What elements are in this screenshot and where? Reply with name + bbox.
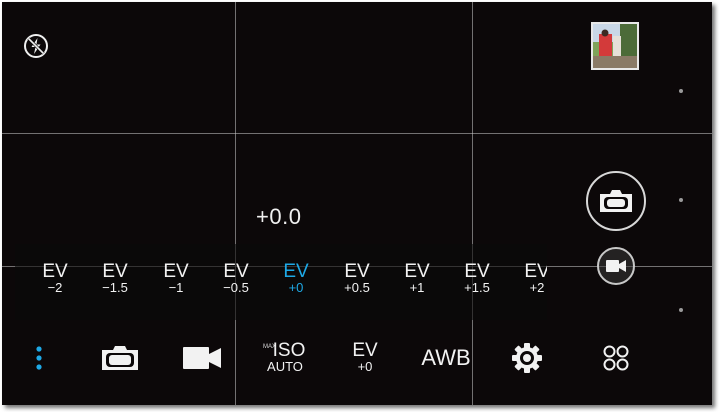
ev-setting-value: +0 [357,359,373,374]
ev-option-label: EV [223,261,249,282]
ev-option-label: EV [344,261,370,282]
ev-option[interactable]: EV −1 [146,262,206,295]
settings-button[interactable] [507,320,547,395]
iso-setting-button[interactable]: MAX ISO AUTO [260,320,310,395]
more-vertical-icon [36,345,42,370]
ev-setting-label: EV [352,340,378,361]
iso-max-label: MAX [263,344,277,350]
grid-line [2,133,712,134]
gallery-thumbnail[interactable] [591,22,639,70]
ev-option-label: EV [464,261,490,282]
ev-option-label: EV [42,261,68,282]
ev-option-value: +0.5 [344,280,370,295]
ev-option-value: +2 [529,280,545,295]
camera-viewfinder[interactable]: +0.0 EV −2 EV −1.5 EV −1 EV −0.5 EV +0 E… [2,2,712,405]
mode-grid-icon [603,345,629,370]
ev-option-label: EV [404,261,430,282]
ev-option-label: EV [524,261,547,282]
ev-option[interactable]: EV −0.5 [206,262,266,295]
shutter-button[interactable] [586,171,646,231]
ev-option[interactable]: EV +1 [387,262,447,295]
camera-icon [600,190,632,212]
ev-option-selected[interactable]: EV +0 [266,262,326,295]
ev-option-label: EV [102,261,128,282]
camera-modes-button[interactable] [596,320,636,395]
ev-option-value: −0.5 [223,280,249,295]
video-camera-icon [183,346,221,369]
ev-option-value: +1.5 [464,280,490,295]
white-balance-button[interactable]: AWB [416,320,476,395]
video-mode-button[interactable] [180,320,224,395]
page-indicator-dot [679,198,683,202]
awb-label: AWB [421,344,471,370]
ev-option-value: −2 [47,280,63,295]
flash-off-icon[interactable] [23,33,49,59]
more-menu-button[interactable] [24,320,54,395]
gear-icon [512,342,542,373]
page-indicator-dot [679,308,683,312]
video-camera-icon [606,260,626,272]
ev-option-value: −1 [168,280,184,295]
ev-option[interactable]: EV +1.5 [447,262,507,295]
photo-mode-button[interactable] [98,320,142,395]
ev-option-label: EV [163,261,189,282]
ev-option-value: +0 [288,280,304,295]
ev-option-value: +1 [409,280,425,295]
ev-setting-button[interactable]: EV +0 [340,320,390,395]
page-indicator-dot [679,89,683,93]
iso-value: AUTO [267,359,303,374]
ev-value-readout: +0.0 [256,204,302,229]
ev-scale[interactable]: EV −2 EV −1.5 EV −1 EV −0.5 EV +0 EV +0.… [15,244,547,320]
camera-icon [102,345,138,370]
ev-option[interactable]: EV −2 [25,262,85,295]
ev-option[interactable]: EV −1.5 [85,262,145,295]
ev-option-value: −1.5 [102,280,128,295]
ev-option-label: EV [283,261,309,282]
record-video-button[interactable] [597,247,635,285]
camera-toolbar: MAX ISO AUTO EV +0 AWB [2,320,712,405]
ev-option[interactable]: EV +2 [507,262,547,295]
ev-option[interactable]: EV +0.5 [327,262,387,295]
